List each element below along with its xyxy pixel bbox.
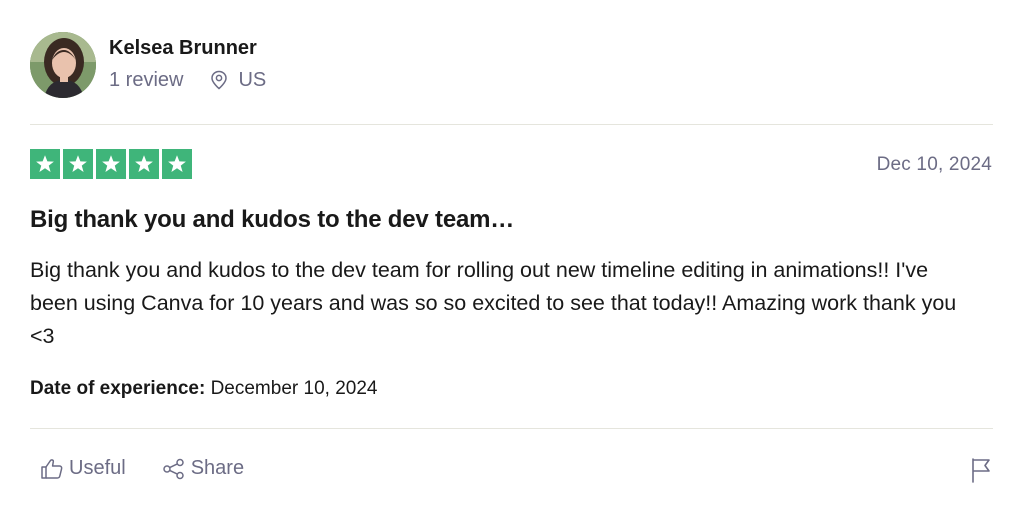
useful-button[interactable]: Useful [40, 457, 126, 480]
star-box [129, 149, 159, 179]
reviewer-country: US [238, 69, 267, 91]
star-rating [30, 149, 195, 179]
flag-icon [970, 457, 992, 488]
star-icon [69, 155, 87, 172]
review-count: 1 review [109, 69, 184, 91]
reviewer-header: Kelsea Brunner 1 review US [30, 32, 266, 98]
share-icon [162, 458, 186, 480]
share-button[interactable]: Share [162, 457, 244, 480]
star-icon [36, 155, 54, 172]
review-title[interactable]: Big thank you and kudos to the dev team… [30, 206, 514, 234]
share-label: Share [190, 457, 245, 479]
divider [30, 428, 993, 429]
review-body: Big thank you and kudos to the dev team … [30, 258, 957, 348]
star-icon [168, 155, 186, 172]
location-pin-icon [210, 70, 228, 90]
thumbs-up-icon [40, 458, 64, 480]
avatar-image [30, 32, 96, 98]
report-button[interactable] [970, 457, 992, 488]
avatar[interactable] [30, 32, 96, 98]
reviewer-meta: 1 review US [109, 68, 266, 92]
date-of-experience: Date of experience: December 10, 2024 [30, 378, 377, 400]
review-date: Dec 10, 2024 [876, 154, 992, 175]
divider [30, 124, 993, 125]
experience-date: December 10, 2024 [210, 378, 378, 399]
star-box [162, 149, 192, 179]
review-card: Kelsea Brunner 1 review US Dec 10, 2024 … [0, 0, 1024, 508]
reviewer-info: Kelsea Brunner 1 review US [109, 32, 266, 92]
star-box [96, 149, 126, 179]
experience-label: Date of experience: [30, 378, 206, 399]
useful-label: Useful [69, 457, 126, 479]
star-box [30, 149, 60, 179]
reviewer-name[interactable]: Kelsea Brunner [109, 36, 266, 60]
star-icon [102, 155, 120, 172]
review-actions: Useful Share [40, 457, 244, 480]
star-icon [135, 155, 153, 172]
star-box [63, 149, 93, 179]
